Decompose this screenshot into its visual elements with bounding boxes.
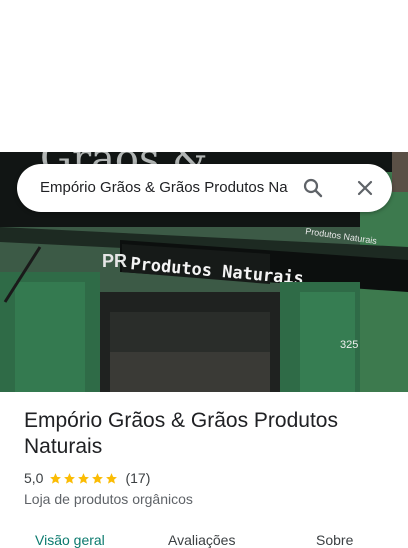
star-icon (50, 472, 62, 484)
sign-prefix-text: PR (102, 251, 127, 271)
rating-value: 5,0 (24, 470, 44, 486)
tab-overview[interactable]: Visão geral (35, 532, 105, 548)
star-rating (49, 472, 119, 485)
review-count[interactable]: (17) (125, 470, 150, 486)
place-title: Empório Grãos & Grãos Produtos Naturais (24, 409, 338, 458)
star-icon (106, 472, 118, 484)
tab-about[interactable]: Sobre (316, 532, 353, 548)
star-icon (92, 472, 104, 484)
place-info: Empório Grãos & Grãos Produtos Naturais … (24, 408, 384, 507)
place-tabs: Visão geral Avaliações Sobre (0, 524, 408, 548)
search-icon[interactable] (301, 176, 325, 200)
close-icon[interactable] (353, 176, 377, 200)
place-category: Loja de produtos orgânicos (24, 491, 193, 507)
star-icon (64, 472, 76, 484)
star-icon (78, 472, 90, 484)
search-bar[interactable]: Empório Grãos & Grãos Produtos Naturais (17, 164, 392, 212)
tab-reviews[interactable]: Avaliações (168, 532, 235, 548)
rating-row[interactable]: 5,0 (17) (24, 469, 384, 487)
search-input[interactable]: Empório Grãos & Grãos Produtos Naturais (40, 164, 288, 212)
house-number: 325 (340, 339, 358, 351)
